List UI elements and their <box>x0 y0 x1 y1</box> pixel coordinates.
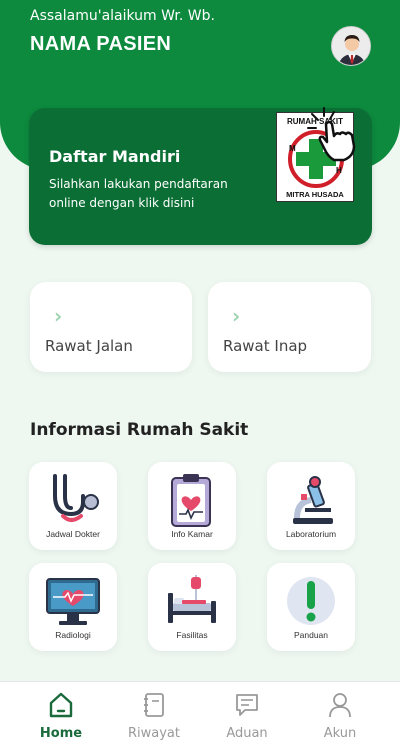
bottom-nav: Home Riwayat Aduan Akun <box>0 681 400 751</box>
tile-label: Jadwal Dokter <box>46 529 100 539</box>
tile-laboratorium[interactable]: Laboratorium <box>267 462 355 550</box>
notebook-icon <box>144 693 164 717</box>
tap-hand-icon <box>307 107 356 162</box>
nav-akun-label: Akun <box>323 726 357 741</box>
avatar[interactable] <box>331 26 371 66</box>
tile-info-kamar[interactable]: Info Kamar <box>148 462 236 550</box>
nav-akun[interactable]: Akun <box>300 682 380 751</box>
nav-aduan[interactable]: Aduan <box>207 682 287 751</box>
nav-riwayat[interactable]: Riwayat <box>114 682 194 751</box>
nav-home-label: Home <box>39 726 83 741</box>
tile-fasilitas[interactable]: Fasilitas <box>148 563 236 651</box>
nav-home[interactable]: Home <box>21 682 101 751</box>
nav-aduan-label: Aduan <box>226 726 268 741</box>
banner-title: Daftar Mandiri <box>49 147 181 166</box>
tile-panduan[interactable]: Panduan <box>267 563 355 651</box>
home-icon <box>49 692 73 718</box>
tile-label: Radiologi <box>55 630 91 640</box>
tile-radiologi[interactable]: Radiologi <box>29 563 117 651</box>
rawat-inap-card[interactable]: › Rawat Inap <box>208 282 371 372</box>
chat-icon <box>236 694 258 716</box>
microscope-icon <box>293 476 333 524</box>
tile-jadwal-dokter[interactable]: Jadwal Dokter <box>29 462 117 550</box>
hospital-bed-icon <box>168 575 216 623</box>
stethoscope-icon <box>53 474 99 522</box>
section-title: Informasi Rumah Sakit <box>30 420 249 440</box>
tile-label: Panduan <box>293 630 329 640</box>
rawat-jalan-label: Rawat Jalan <box>45 337 133 355</box>
exclamation-icon <box>287 577 335 625</box>
rawat-jalan-card[interactable]: › Rawat Jalan <box>30 282 192 372</box>
logo-letter-h: H <box>336 166 342 175</box>
tile-label: Fasilitas <box>176 630 208 640</box>
user-avatar-icon <box>332 27 370 65</box>
greeting-text: Assalamu'alaikum Wr. Wb. <box>30 8 215 24</box>
user-icon <box>329 693 351 718</box>
rawat-inap-label: Rawat Inap <box>223 337 308 355</box>
logo-bottom-text: MITRA HUSADA <box>286 190 344 199</box>
clipboard-heart-icon <box>171 474 211 527</box>
tile-label: Info Kamar <box>171 529 213 539</box>
tile-label: Laboratorium <box>285 529 337 539</box>
chevron-right-icon: › <box>54 304 63 328</box>
monitor-heart-icon <box>46 578 100 625</box>
patient-name: NAMA PASIEN <box>30 33 172 55</box>
chevron-right-icon: › <box>232 304 241 328</box>
nav-riwayat-label: Riwayat <box>128 726 180 741</box>
banner-description: Silahkan lakukan pendaftaran online deng… <box>49 177 228 210</box>
